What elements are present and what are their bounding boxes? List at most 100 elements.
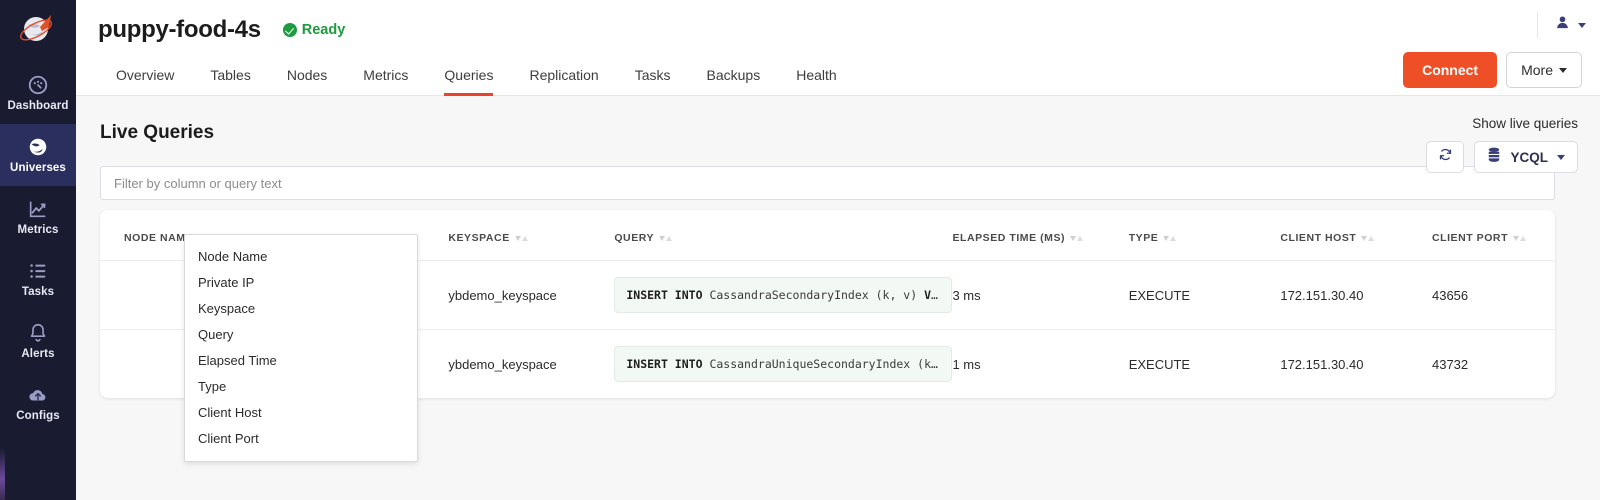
sort-icon (1163, 236, 1176, 241)
dropdown-item-client-port[interactable]: Client Port (185, 425, 417, 451)
sidebar-accent-strip (0, 448, 5, 500)
controls-row: YCQL (1426, 141, 1578, 173)
column-header-label: ELAPSED TIME (MS) (952, 232, 1065, 244)
query-keyword: VALUES (924, 288, 952, 302)
app-logo[interactable] (0, 0, 76, 62)
column-header-label: CLIENT PORT (1432, 232, 1508, 244)
column-header-type[interactable]: TYPE (1129, 210, 1281, 261)
filter-input[interactable] (100, 166, 1555, 200)
sidebar-item-label: Dashboard (8, 100, 69, 112)
tab-label: Nodes (287, 67, 327, 83)
cell-client-host: 172.151.30.40 (1280, 330, 1432, 399)
tab-tasks[interactable]: Tasks (617, 67, 689, 96)
sort-icon (1361, 236, 1374, 241)
cell-type: EXECUTE (1129, 261, 1281, 330)
sidebar-item-universes[interactable]: Universes (0, 124, 76, 186)
live-queries-title: Live Queries (100, 122, 214, 144)
tab-label: Backups (707, 67, 761, 83)
page-title: puppy-food-4s (98, 16, 261, 44)
status-badge: Ready (283, 22, 346, 38)
chart-line-icon (27, 198, 49, 220)
cell-client-port: 43732 (1432, 330, 1555, 399)
live-queries-controls: Show live queries (1426, 116, 1578, 173)
cell-client-host: 172.151.30.40 (1280, 261, 1432, 330)
sort-icon (515, 236, 528, 241)
gauge-icon (27, 74, 49, 96)
chevron-down-icon (1559, 68, 1567, 73)
sidebar-item-label: Universes (10, 162, 66, 174)
sidebar-item-metrics[interactable]: Metrics (0, 186, 76, 248)
cell-keyspace: ybdemo_keyspace (448, 330, 614, 399)
connect-button[interactable]: Connect (1403, 52, 1497, 88)
globe-icon (27, 136, 49, 158)
refresh-button[interactable] (1426, 141, 1464, 173)
column-header-label: KEYSPACE (448, 232, 509, 244)
dropdown-item-keyspace[interactable]: Keyspace (185, 295, 417, 321)
sidebar-item-configs[interactable]: Configs (0, 372, 76, 434)
chevron-down-icon (1578, 23, 1586, 28)
more-button[interactable]: More (1506, 52, 1582, 88)
cell-keyspace: ybdemo_keyspace (448, 261, 614, 330)
user-avatar-icon (1554, 14, 1571, 36)
topbar-actions: Connect More (1403, 52, 1582, 88)
api-selector-label: YCQL (1510, 150, 1548, 165)
tab-replication[interactable]: Replication (511, 67, 616, 96)
column-header-elapsed-time[interactable]: ELAPSED TIME (MS) (952, 210, 1128, 261)
bell-icon (27, 322, 49, 344)
query-keyword: INSERT INTO (626, 288, 702, 302)
tab-label: Tasks (635, 67, 671, 83)
column-header-label: QUERY (614, 232, 654, 244)
query-keyword: INSERT INTO (626, 357, 702, 371)
api-selector-dropdown[interactable]: YCQL (1474, 141, 1578, 173)
column-header-client-host[interactable]: CLIENT HOST (1280, 210, 1432, 261)
filter-column-dropdown: Node Name Private IP Keyspace Query Elap… (184, 234, 418, 462)
tab-health[interactable]: Health (778, 67, 854, 96)
tab-queries[interactable]: Queries (426, 67, 511, 96)
cell-elapsed-time: 1 ms (952, 330, 1128, 399)
sort-icon (659, 236, 672, 241)
cloud-upload-icon (27, 384, 49, 406)
column-header-query[interactable]: QUERY (614, 210, 952, 261)
app-root: Dashboard Universes Metrics Tasks (0, 0, 1600, 500)
tab-metrics[interactable]: Metrics (345, 67, 426, 96)
more-button-label: More (1521, 62, 1553, 78)
dropdown-item-type[interactable]: Type (185, 373, 417, 399)
sidebar-item-label: Metrics (18, 224, 59, 236)
dropdown-item-elapsed-time[interactable]: Elapsed Time (185, 347, 417, 373)
topbar: puppy-food-4s Ready Overview Tables Node… (76, 0, 1600, 96)
column-header-client-port[interactable]: CLIENT PORT (1432, 210, 1555, 261)
check-circle-icon (283, 23, 297, 37)
dropdown-item-client-host[interactable]: Client Host (185, 399, 417, 425)
column-header-label: NODE NAME (124, 232, 193, 244)
tab-overview[interactable]: Overview (98, 67, 192, 96)
sidebar-item-alerts[interactable]: Alerts (0, 310, 76, 372)
sidebar-item-tasks[interactable]: Tasks (0, 248, 76, 310)
tab-backups[interactable]: Backups (689, 67, 779, 96)
tab-label: Replication (529, 67, 598, 83)
dropdown-item-query[interactable]: Query (185, 321, 417, 347)
user-menu[interactable] (1537, 12, 1586, 38)
show-live-queries-label: Show live queries (1426, 116, 1578, 131)
dropdown-item-node-name[interactable]: Node Name (185, 243, 417, 269)
yugabyte-planet-logo-icon (18, 11, 58, 51)
chevron-down-icon (1557, 155, 1565, 160)
column-header-keyspace[interactable]: KEYSPACE (448, 210, 614, 261)
cell-query[interactable]: INSERT INTO CassandraUniqueSecondaryInde… (614, 330, 952, 399)
status-badge-label: Ready (302, 22, 346, 38)
query-text: INSERT INTO CassandraSecondaryIndex (k, … (614, 277, 952, 313)
sidebar-item-dashboard[interactable]: Dashboard (0, 62, 76, 124)
cell-query[interactable]: INSERT INTO CassandraSecondaryIndex (k, … (614, 261, 952, 330)
column-header-label: CLIENT HOST (1280, 232, 1356, 244)
cell-client-port: 43656 (1432, 261, 1555, 330)
cell-elapsed-time: 3 ms (952, 261, 1128, 330)
sidebar-item-label: Tasks (22, 286, 54, 298)
tab-label: Tables (210, 67, 250, 83)
query-body: CassandraSecondaryIndex (k, v) (703, 288, 925, 302)
dropdown-item-private-ip[interactable]: Private IP (185, 269, 417, 295)
universe-tabs: Overview Tables Nodes Metrics Queries Re… (76, 48, 1600, 96)
list-icon (27, 260, 49, 282)
title-row: puppy-food-4s Ready (76, 0, 1600, 48)
tab-tables[interactable]: Tables (192, 67, 268, 96)
tab-nodes[interactable]: Nodes (269, 67, 345, 96)
column-header-label: TYPE (1129, 232, 1159, 244)
